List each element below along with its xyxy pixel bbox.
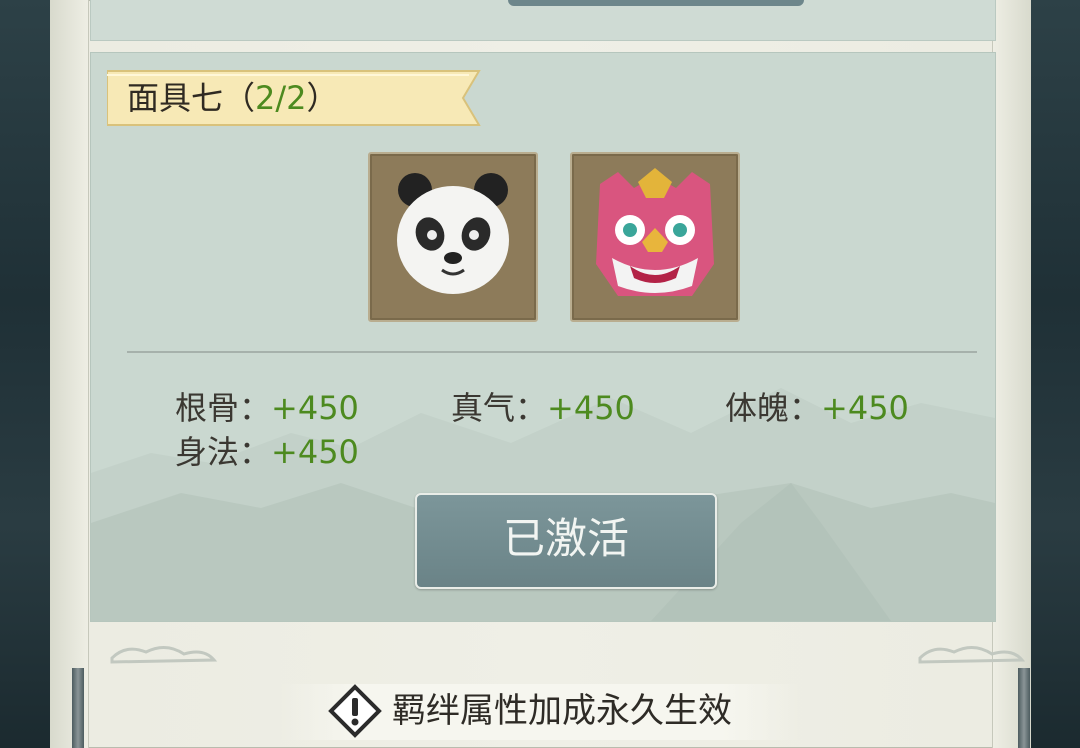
stat-gengu: 根骨：+450 <box>175 383 359 429</box>
stat-value: +450 <box>271 389 359 427</box>
mask-slot-lion[interactable] <box>570 152 740 322</box>
scroll-edge-right <box>992 0 1031 748</box>
stat-zhenqi: 真气：+450 <box>451 383 635 429</box>
set-name: 面具七 <box>127 79 224 117</box>
scroll-edge-left <box>50 0 89 748</box>
activated-button[interactable]: 已激活 <box>415 493 717 589</box>
stat-value: +450 <box>271 433 359 471</box>
set-progress: 2/2 <box>255 79 307 117</box>
notice-text: 羁绊属性加成永久生效 <box>392 691 732 731</box>
mask-slot-panda[interactable] <box>368 152 538 322</box>
stat-label: 真气： <box>451 389 548 427</box>
panda-mask-icon <box>397 173 509 294</box>
stats-divider <box>127 351 977 353</box>
warning-icon <box>328 684 382 738</box>
background-right <box>1030 0 1080 748</box>
set-title-ribbon: 面具七（2/2） <box>107 69 489 127</box>
set-progress-close: ） <box>306 79 339 117</box>
set-progress-open: （ <box>223 79 256 117</box>
previous-set-card <box>90 0 996 41</box>
previous-set-button[interactable] <box>508 0 804 6</box>
lion-mask-icon <box>596 168 714 296</box>
stat-value: +450 <box>547 389 635 427</box>
stat-label: 身法： <box>175 433 272 471</box>
set-title: 面具七（2/2） <box>127 69 339 127</box>
scroll-rod-right <box>1018 668 1030 748</box>
stat-tipo: 体魄：+450 <box>725 383 909 429</box>
background-left <box>0 0 50 748</box>
cloud-ornament-right <box>918 646 1026 664</box>
stat-value: +450 <box>821 389 909 427</box>
stat-label: 根骨： <box>175 389 272 427</box>
stat-label: 体魄： <box>725 389 822 427</box>
cloud-ornament-left <box>110 646 218 664</box>
mask-set-card: 面具七（2/2） 根骨：+450 真气：+450 体魄：+450 身法：+450… <box>90 52 996 622</box>
scroll-rod-left <box>72 668 84 748</box>
stat-shenfa: 身法：+450 <box>175 427 359 473</box>
